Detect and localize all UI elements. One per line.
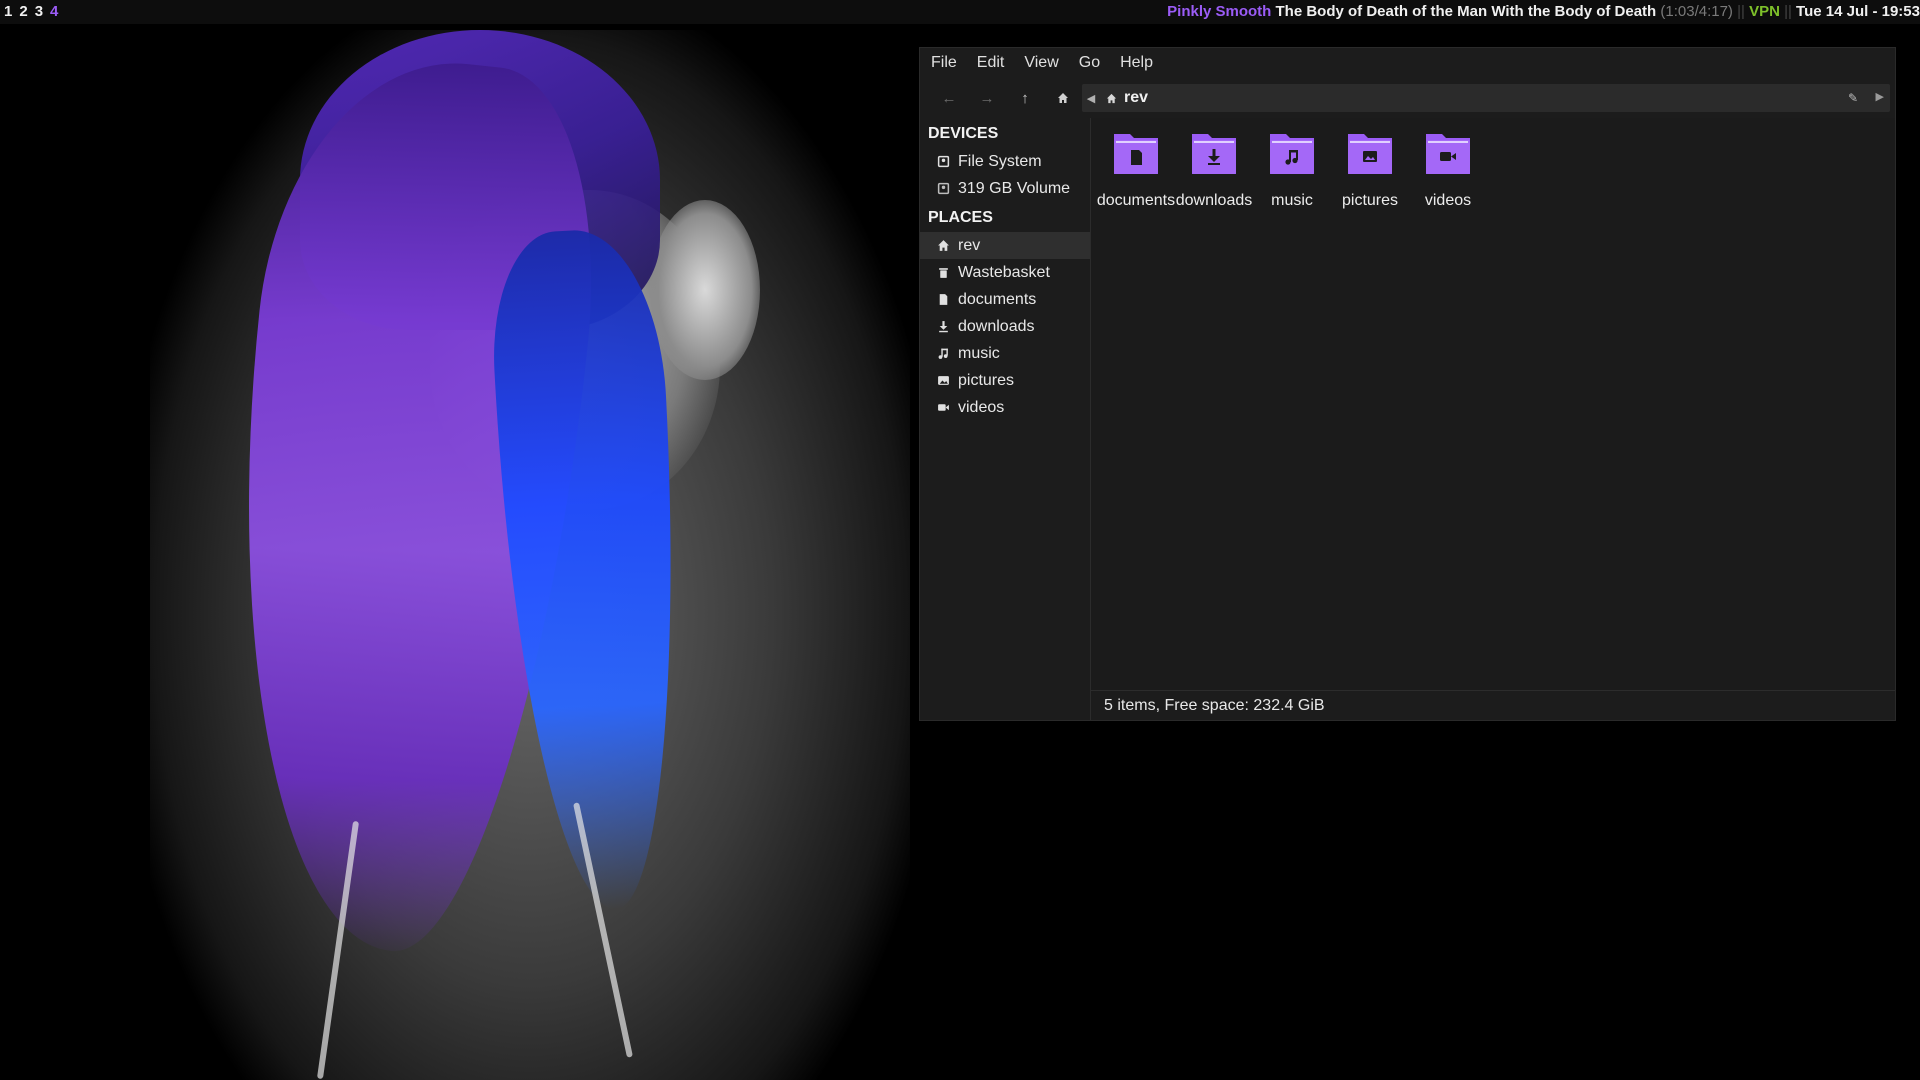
home-button[interactable]: [1044, 83, 1082, 113]
back-button[interactable]: ←: [930, 83, 968, 113]
trash-icon: [936, 266, 950, 280]
folder-label: pictures: [1341, 192, 1399, 209]
sidebar-item-label: Wastebasket: [958, 263, 1050, 281]
path-crumb-label: rev: [1124, 89, 1149, 106]
now-playing-track: The Body of Death of the Man With the Bo…: [1275, 3, 1657, 20]
top-status-bar: 1 2 3 4 Pinkly Smooth The Body of Death …: [0, 0, 1920, 24]
sidebar-item-label: 319 GB Volume: [958, 179, 1071, 197]
folder-pictures[interactable]: pictures: [1325, 128, 1415, 210]
status-separator: ||: [1784, 3, 1792, 20]
up-button[interactable]: ↑: [1006, 83, 1044, 113]
sidebar-item-videos[interactable]: videos: [920, 394, 1090, 421]
picture-icon: [936, 374, 950, 388]
forward-button[interactable]: →: [968, 83, 1006, 113]
now-playing-time: (1:03/4:17): [1660, 3, 1733, 20]
now-playing-artist: Pinkly Smooth: [1167, 3, 1272, 20]
sidebar-item-wastebasket[interactable]: Wastebasket: [920, 259, 1090, 286]
window-body: DEVICES File System 319 GB Volume PLACES…: [920, 118, 1895, 720]
wallpaper-hand: [650, 200, 760, 380]
menu-edit[interactable]: Edit: [974, 52, 1008, 74]
folder-music-icon: [1270, 134, 1314, 174]
folder-pictures-icon: [1348, 134, 1392, 174]
home-icon: [1106, 93, 1117, 103]
sidebar-item-downloads[interactable]: downloads: [920, 313, 1090, 340]
toolbar: ← → ↑ ◀ rev ✎ ▶: [920, 78, 1895, 118]
workspace-4[interactable]: 4: [50, 0, 58, 24]
status-separator: ||: [1737, 3, 1745, 20]
file-manager-window: File Edit View Go Help ← → ↑ ◀ rev ✎ ▶ D…: [920, 48, 1895, 720]
sidebar-item-label: documents: [958, 290, 1037, 308]
menu-help[interactable]: Help: [1117, 52, 1156, 74]
download-icon: [936, 320, 950, 334]
sidebar-section-places: PLACES: [928, 209, 993, 226]
path-scroll-right-icon[interactable]: ▶: [1876, 90, 1884, 103]
menu-view[interactable]: View: [1021, 52, 1061, 74]
menu-file[interactable]: File: [928, 52, 960, 74]
edit-path-icon[interactable]: ✎: [1848, 91, 1862, 105]
clock: Tue 14 Jul - 19:53: [1796, 3, 1920, 20]
home-icon: [1058, 93, 1068, 103]
sidebar-item-documents[interactable]: documents: [920, 286, 1090, 313]
folder-documents[interactable]: documents: [1091, 128, 1181, 210]
sidebar-section-devices: DEVICES: [928, 125, 999, 142]
path-crumb-home[interactable]: rev: [1100, 84, 1154, 112]
document-icon: [936, 293, 950, 307]
workspace-3[interactable]: 3: [35, 0, 43, 24]
sidebar-item-label: videos: [958, 398, 1005, 416]
folder-label: music: [1271, 192, 1313, 209]
path-scroll-left-icon[interactable]: ◀: [1082, 92, 1100, 105]
folder-videos[interactable]: videos: [1403, 128, 1493, 210]
sidebar-item-pictures[interactable]: pictures: [920, 367, 1090, 394]
drive-icon: [936, 155, 950, 169]
folder-videos-icon: [1426, 134, 1470, 174]
menu-bar: File Edit View Go Help: [920, 48, 1895, 78]
vpn-indicator: VPN: [1749, 3, 1780, 20]
status-area: Pinkly Smooth The Body of Death of the M…: [1167, 0, 1920, 24]
folder-documents-icon: [1114, 134, 1158, 174]
folder-downloads-icon: [1192, 134, 1236, 174]
arrow-right-icon: →: [979, 89, 995, 107]
sidebar-item-label: downloads: [958, 317, 1035, 335]
sidebar-item-label: File System: [958, 152, 1042, 170]
workspace-2[interactable]: 2: [19, 0, 27, 24]
sidebar-item-file-system[interactable]: File System: [920, 148, 1090, 175]
sidebar-item-label: pictures: [958, 371, 1015, 389]
workspace-list: 1 2 3 4: [4, 0, 58, 24]
video-icon: [936, 401, 950, 415]
music-icon: [936, 347, 950, 361]
status-text: 5 items, Free space: 232.4 GiB: [1104, 697, 1325, 714]
sidebar: DEVICES File System 319 GB Volume PLACES…: [920, 118, 1091, 720]
arrow-left-icon: ←: [941, 89, 957, 107]
sidebar-item-rev[interactable]: rev: [920, 232, 1090, 259]
drive-icon: [936, 182, 950, 196]
path-bar[interactable]: ◀ rev ✎ ▶: [1082, 84, 1890, 112]
sidebar-item-music[interactable]: music: [920, 340, 1090, 367]
folder-label: videos: [1424, 192, 1472, 209]
folder-downloads[interactable]: downloads: [1169, 128, 1259, 210]
workspace-1[interactable]: 1: [4, 0, 12, 24]
sidebar-item-label: music: [958, 344, 1000, 362]
status-bar: 5 items, Free space: 232.4 GiB: [1091, 690, 1895, 720]
sidebar-item-label: rev: [958, 236, 981, 254]
sidebar-item-volume[interactable]: 319 GB Volume: [920, 175, 1090, 202]
home-icon: [936, 239, 950, 253]
menu-go[interactable]: Go: [1076, 52, 1103, 74]
folder-label: documents: [1096, 192, 1176, 209]
file-view[interactable]: documents downloads music pictures video…: [1091, 118, 1895, 690]
folder-music[interactable]: music: [1247, 128, 1337, 210]
arrow-up-icon: ↑: [1021, 89, 1029, 107]
folder-label: downloads: [1175, 192, 1253, 209]
